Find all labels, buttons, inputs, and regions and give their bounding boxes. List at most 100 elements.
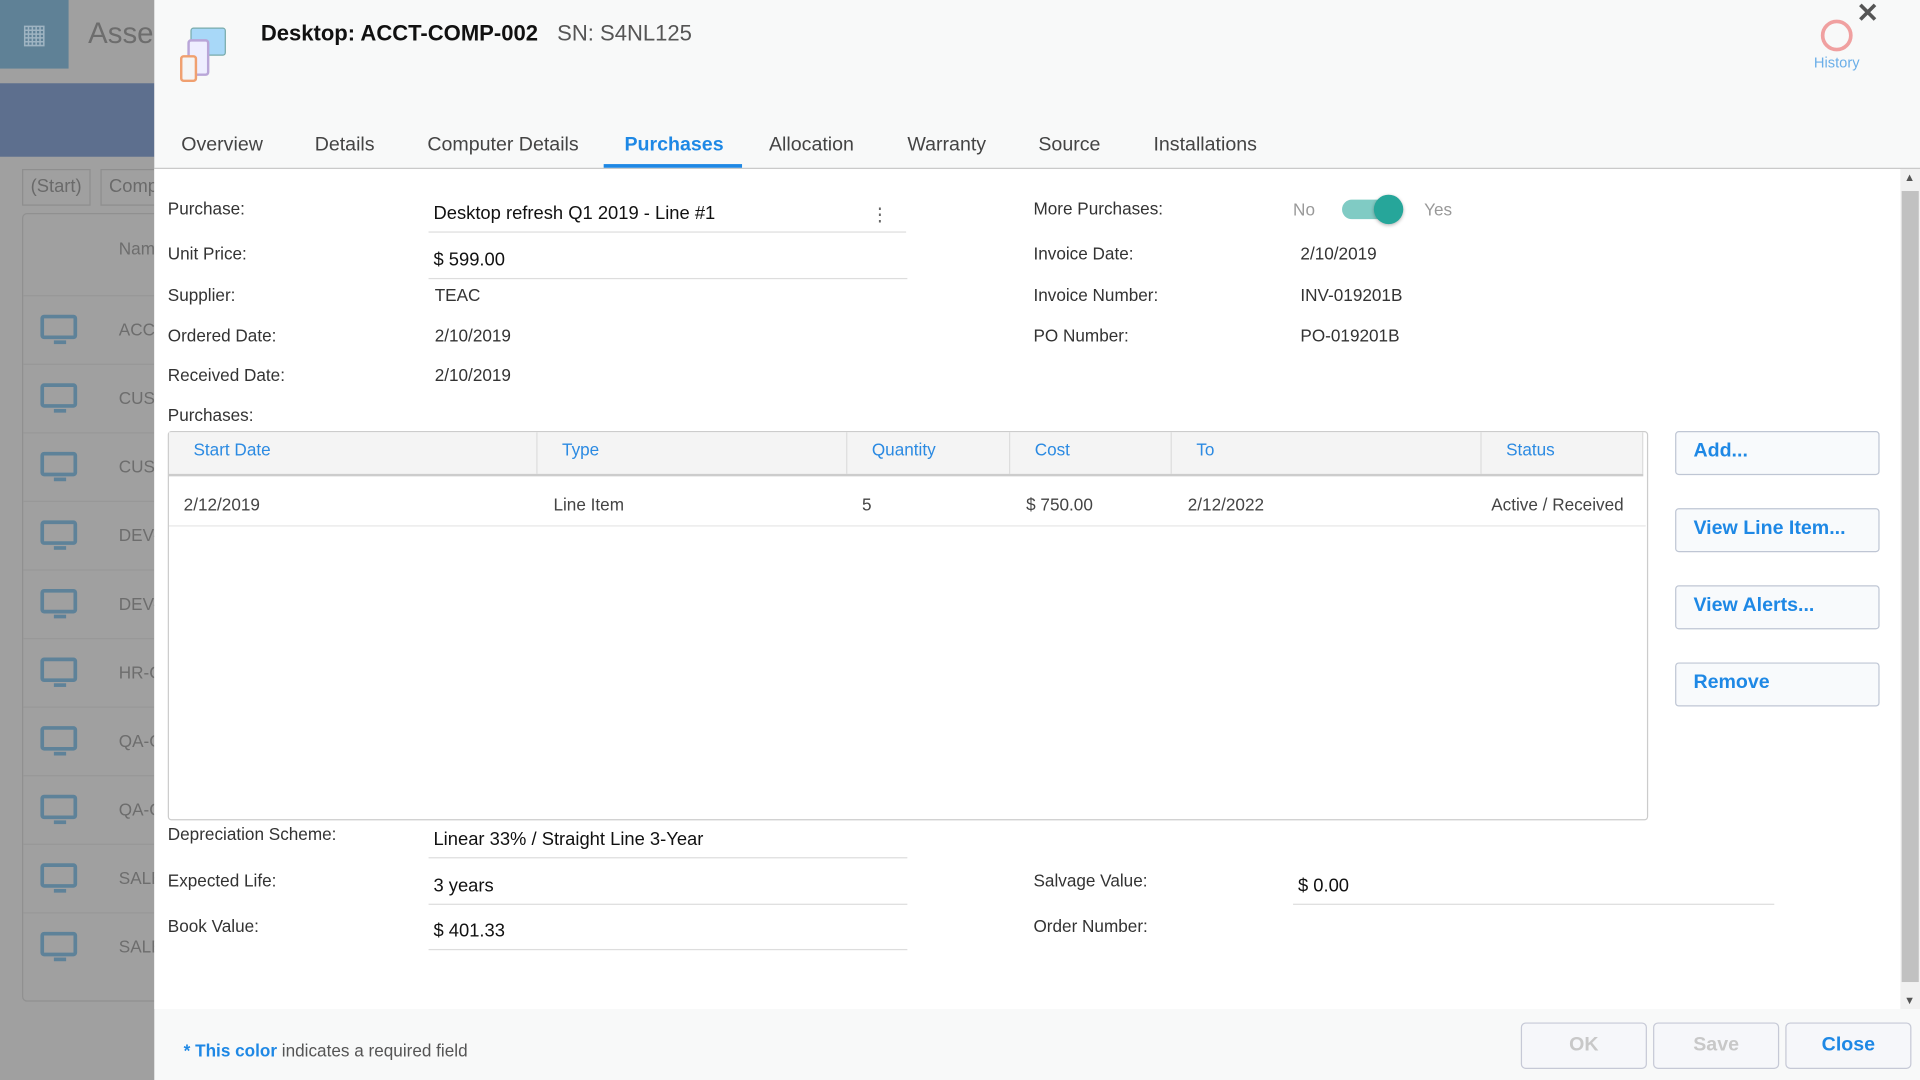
tab-warranty[interactable]: Warranty	[907, 135, 986, 157]
purchase-value: Desktop refresh Q1 2019 - Line #1	[433, 203, 716, 225]
purchases-panel: Purchase: Desktop refresh Q1 2019 - Line…	[154, 168, 1901, 1009]
view-alerts-button[interactable]: View Alerts...	[1675, 585, 1880, 630]
salvage-value-field[interactable]: $ 0.00	[1293, 869, 1775, 905]
header-band	[0, 83, 155, 157]
received-date-value: 2/10/2019	[434, 364, 511, 385]
tab-details[interactable]: Details	[315, 135, 375, 157]
col-status[interactable]: Status	[1482, 432, 1644, 474]
asset-name: DEV-	[118, 593, 159, 614]
toggle-knob	[1373, 194, 1404, 225]
more-purchases-toggle[interactable]	[1342, 194, 1404, 225]
desktop-icon	[40, 588, 78, 619]
tab-overview[interactable]: Overview	[181, 135, 263, 157]
col-quantity[interactable]: Quantity	[847, 432, 1011, 474]
ordered-date-value: 2/10/2019	[434, 325, 511, 346]
expected-life-label: Expected Life:	[167, 870, 277, 891]
unit-price-field[interactable]: $ 599.00	[428, 244, 908, 280]
desktop-icon	[40, 520, 78, 550]
depreciation-field[interactable]: Linear 33% / Straight Line 3-Year	[428, 823, 908, 859]
supplier-value: TEAC	[434, 285, 481, 305]
col-to[interactable]: To	[1172, 432, 1482, 474]
save-button[interactable]: Save	[1653, 1022, 1780, 1069]
asset-grid-row[interactable]: HR-C	[23, 637, 171, 708]
invoice-date-value: 2/10/2019	[1300, 243, 1377, 264]
view-line-item-button[interactable]: View Line Item...	[1675, 508, 1880, 553]
tab-computer-details[interactable]: Computer Details	[427, 135, 578, 157]
toggle-yes-label: Yes	[1424, 199, 1453, 220]
desktop-icon	[40, 794, 78, 825]
depreciation-label: Depreciation Scheme:	[167, 824, 337, 844]
remove-button[interactable]: Remove	[1675, 662, 1880, 707]
asset-grid-row[interactable]: DEV-	[23, 569, 171, 639]
app-launcher-icon[interactable]: ▦	[0, 0, 69, 69]
more-purchases-label: More Purchases:	[1033, 198, 1164, 218]
asset-grid-row[interactable]: CUST	[23, 432, 171, 502]
asset-grid-row[interactable]: QA-C	[23, 775, 171, 845]
ordered-date-label: Ordered Date:	[167, 325, 277, 346]
unit-price-label: Unit Price:	[167, 243, 247, 264]
desktop-icon	[40, 726, 78, 756]
more-options-icon[interactable]: ⋮	[871, 198, 889, 232]
tab-allocation[interactable]: Allocation	[769, 135, 854, 157]
close-button[interactable]: Close	[1785, 1022, 1912, 1069]
dialog-title: Desktop: ACCT-COMP-002	[260, 20, 539, 46]
col-cost[interactable]: Cost	[1010, 432, 1172, 474]
asset-grid-row[interactable]: SALE	[23, 912, 171, 982]
desktop-icon	[40, 657, 78, 687]
book-value-field[interactable]: $ 401.33	[428, 915, 908, 951]
tab-purchases[interactable]: Purchases	[624, 135, 723, 157]
po-number-value: PO-019201B	[1300, 325, 1400, 346]
grid-header-name: Nam	[118, 238, 155, 259]
screen: ▦ Asse (Start) Comp Nam ACCT CUST CUST DEV-…	[0, 0, 1920, 1080]
asset-dialog: Desktop: ACCT-COMP-002 SN: S4NL125 Histo…	[154, 0, 1920, 1080]
purchase-label: Purchase:	[167, 198, 245, 218]
purchase-field[interactable]: Desktop refresh Q1 2019 - Line #1 ⋮	[428, 197, 907, 233]
table-row[interactable]: 2/12/2019 Line Item 5 $ 750.00 2/12/2022…	[168, 476, 1646, 527]
tab-installations[interactable]: Installations	[1153, 135, 1256, 157]
asset-grid-row[interactable]: ACCT	[23, 295, 171, 365]
scroll-down-icon[interactable]: ▼	[1904, 994, 1915, 1006]
cell-to: 2/12/2022	[1187, 494, 1265, 515]
col-type[interactable]: Type	[538, 432, 848, 474]
desktop-icon	[40, 451, 78, 482]
table-header: Start Date Type Quantity Cost To Status	[168, 432, 1644, 477]
add-button[interactable]: Add...	[1675, 431, 1880, 476]
tab-bar: Overview Details Computer Details Purcha…	[154, 122, 1920, 169]
scrollbar-thumb[interactable]	[1901, 191, 1919, 983]
order-number-label: Order Number:	[1033, 915, 1148, 936]
device-icon	[180, 27, 226, 83]
close-icon[interactable]: ✕	[1856, 0, 1879, 29]
col-start-date[interactable]: Start Date	[169, 432, 538, 474]
toggle-no-label: No	[1293, 199, 1315, 220]
invoice-date-label: Invoice Date:	[1033, 243, 1134, 264]
cell-cost: $ 750.00	[1026, 494, 1093, 515]
ok-button[interactable]: OK	[1520, 1022, 1647, 1069]
invoice-number-label: Invoice Number:	[1033, 285, 1159, 305]
cell-quantity: 5	[862, 494, 872, 515]
history-label: History	[1813, 53, 1860, 72]
asset-grid-row[interactable]: DEV-	[23, 500, 171, 571]
asset-grid-row[interactable]: SALE	[23, 843, 171, 914]
scroll-up-icon[interactable]: ▲	[1904, 171, 1915, 183]
vertical-scrollbar[interactable]: ▲ ▼	[1900, 168, 1920, 1009]
purchases-table-label: Purchases:	[167, 405, 254, 425]
expected-life-field[interactable]: 3 years	[428, 869, 908, 905]
history-clock-icon	[1820, 19, 1853, 52]
tab-source[interactable]: Source	[1038, 135, 1100, 157]
required-field-note: * This color indicates a required field	[184, 1041, 468, 1061]
asset-grid-row[interactable]: CUST	[23, 363, 171, 434]
book-value-label: Book Value:	[167, 915, 259, 936]
desktop-icon	[40, 931, 78, 962]
cell-start-date: 2/12/2019	[183, 494, 260, 515]
required-note-text: indicates a required field	[277, 1040, 468, 1061]
desktop-icon	[40, 863, 78, 893]
asset-name: DEV-	[118, 525, 159, 545]
active-tab-indicator	[603, 164, 743, 168]
supplier-label: Supplier:	[167, 285, 236, 305]
app-title: Asse	[88, 17, 154, 51]
breadcrumb-start[interactable]: (Start)	[22, 168, 91, 206]
asset-grid-row[interactable]: QA-C	[23, 706, 171, 777]
required-color-sample: * This color	[183, 1040, 278, 1061]
po-number-label: PO Number:	[1033, 325, 1129, 346]
salvage-value-label: Salvage Value:	[1033, 870, 1148, 891]
